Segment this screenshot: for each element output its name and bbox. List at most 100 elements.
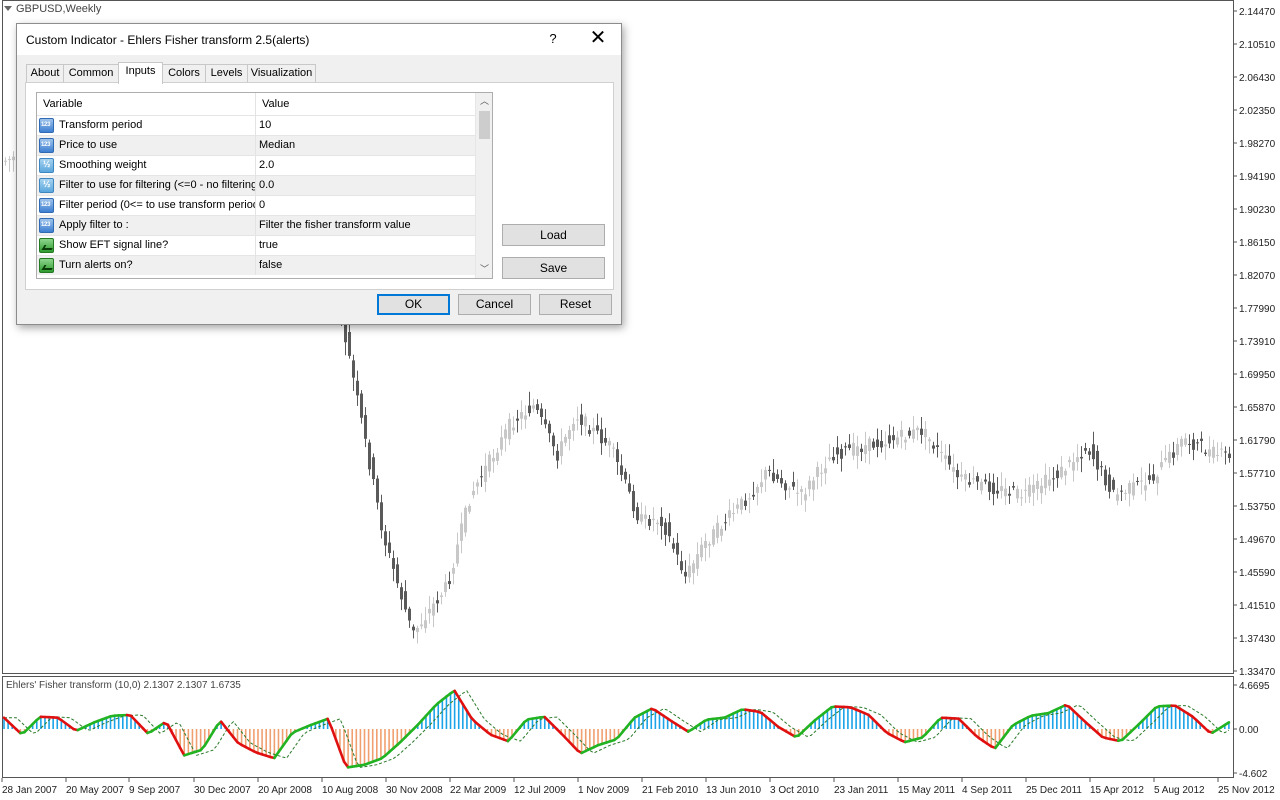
column-header-value[interactable]: Value [256, 93, 476, 115]
candle-body [668, 522, 671, 537]
candle-body [856, 446, 859, 456]
candle-body [524, 415, 527, 420]
candle-body [532, 405, 535, 409]
save-button[interactable]: Save [502, 257, 605, 279]
candle-body [1008, 493, 1011, 496]
candle-body [1024, 489, 1027, 491]
candle-body [528, 405, 531, 414]
param-row-smoothing-weight[interactable]: Smoothing weight 2.0 [37, 155, 477, 175]
candle-body [512, 427, 515, 431]
candle-body [788, 488, 791, 490]
help-icon[interactable]: ? [545, 31, 561, 46]
param-row-show-eft-signal-line[interactable]: Show EFT signal line? true [37, 235, 477, 255]
scrollbar-thumb[interactable] [479, 111, 490, 139]
candle-body [1180, 438, 1183, 447]
price-tick-label: 1.41510 [1239, 601, 1276, 612]
column-header-variable[interactable]: Variable [37, 93, 255, 115]
param-value[interactable]: 0 [259, 196, 473, 215]
price-tick-label: 1.94190 [1239, 172, 1276, 183]
dropdown-triangle-icon[interactable] [4, 6, 12, 11]
cell-divider [255, 196, 256, 215]
param-value[interactable]: Median [259, 136, 473, 155]
candle-body [776, 474, 779, 479]
candle-body [824, 468, 827, 474]
ok-button[interactable]: OK [377, 294, 450, 315]
dialog-titlebar[interactable]: Custom Indicator - Ehlers Fisher transfo… [17, 24, 621, 55]
candle-body [496, 452, 499, 461]
candle-body [1188, 443, 1191, 445]
cell-divider [255, 156, 256, 175]
candle-body [964, 473, 967, 480]
candle-body [1092, 444, 1095, 460]
param-row-turn-alerts-on[interactable]: Turn alerts on? false [37, 255, 477, 275]
candle-body [980, 481, 983, 491]
candle-body [8, 159, 11, 161]
candle-body [596, 425, 599, 431]
param-value[interactable]: 0.0 [259, 176, 473, 195]
candle-body [892, 435, 895, 441]
param-row-filter-period[interactable]: Filter period (0<= to use transform peri… [37, 195, 477, 215]
candle-body [572, 423, 575, 431]
candle-body [468, 505, 471, 512]
candle-body [452, 567, 455, 574]
candle-body [1228, 453, 1231, 459]
candle-body [1168, 451, 1171, 463]
candle-body [808, 480, 811, 490]
cancel-button[interactable]: Cancel [458, 294, 531, 315]
candle-body [1124, 492, 1127, 494]
candle-body [1072, 462, 1075, 471]
param-value[interactable]: true [259, 236, 473, 255]
date-tick-label: 23 Jan 2011 [834, 785, 889, 796]
scroll-up-icon[interactable]: ︿ [476, 93, 492, 110]
candle-body [352, 360, 355, 378]
price-tick-label: 2.06430 [1239, 73, 1276, 84]
candle-body [1148, 475, 1151, 480]
price-tick-label: 1.57710 [1239, 469, 1276, 480]
candle-body [1056, 470, 1059, 479]
param-row-filter-to-use[interactable]: Filter to use for filtering (<=0 - no fi… [37, 175, 477, 195]
candle-body [520, 412, 523, 419]
tab-inputs[interactable]: Inputs [118, 62, 163, 84]
candle-body [792, 482, 795, 487]
date-tick-label: 10 Aug 2008 [322, 785, 379, 796]
price-tick-label: 1.86150 [1239, 238, 1276, 249]
candle-body [1192, 439, 1195, 450]
param-row-apply-filter-to[interactable]: Apply filter to : Filter the fisher tran… [37, 215, 477, 235]
candle-body [608, 441, 611, 446]
param-row-transform-period[interactable]: Transform period 10 [37, 115, 477, 135]
candle-body [684, 571, 687, 577]
scroll-down-icon[interactable]: ﹀ [476, 261, 492, 278]
price-tick-label: 1.37430 [1239, 634, 1276, 645]
indicator-tick-label: 0.00 [1239, 725, 1259, 736]
candle-body [1076, 457, 1079, 463]
load-button[interactable]: Load [502, 224, 605, 246]
indicator-tick-label: -4.602 [1239, 769, 1268, 780]
param-value[interactable]: 10 [259, 116, 473, 135]
candle-body [720, 528, 723, 536]
cell-divider [255, 236, 256, 255]
candle-body [632, 491, 635, 512]
tab-common[interactable]: Common [63, 64, 119, 83]
tab-colors[interactable]: Colors [162, 64, 206, 83]
candle-body [1140, 480, 1143, 482]
inputs-grid[interactable]: Variable Value Transform period 10 Price… [36, 92, 493, 279]
tab-levels[interactable]: Levels [205, 64, 248, 83]
grid-scrollbar[interactable]: ︿ ﹀ [475, 93, 492, 278]
candle-body [368, 442, 371, 470]
candle-body [924, 428, 927, 438]
param-value[interactable]: Filter the fisher transform value [259, 216, 473, 235]
candle-body [396, 564, 399, 584]
tab-about[interactable]: About [26, 64, 64, 83]
candle-body [1052, 478, 1055, 480]
tab-visualization[interactable]: Visualization [247, 64, 316, 83]
param-value[interactable]: false [259, 256, 473, 275]
candle-body [364, 415, 367, 439]
close-icon[interactable]: ✕ [587, 27, 609, 49]
reset-button[interactable]: Reset [539, 294, 612, 315]
candle-body [1108, 474, 1111, 492]
candle-body [692, 563, 695, 574]
candle-body [360, 393, 363, 418]
candle-body [812, 480, 815, 490]
param-value[interactable]: 2.0 [259, 156, 473, 175]
param-row-price-to-use[interactable]: Price to use Median [37, 135, 477, 155]
